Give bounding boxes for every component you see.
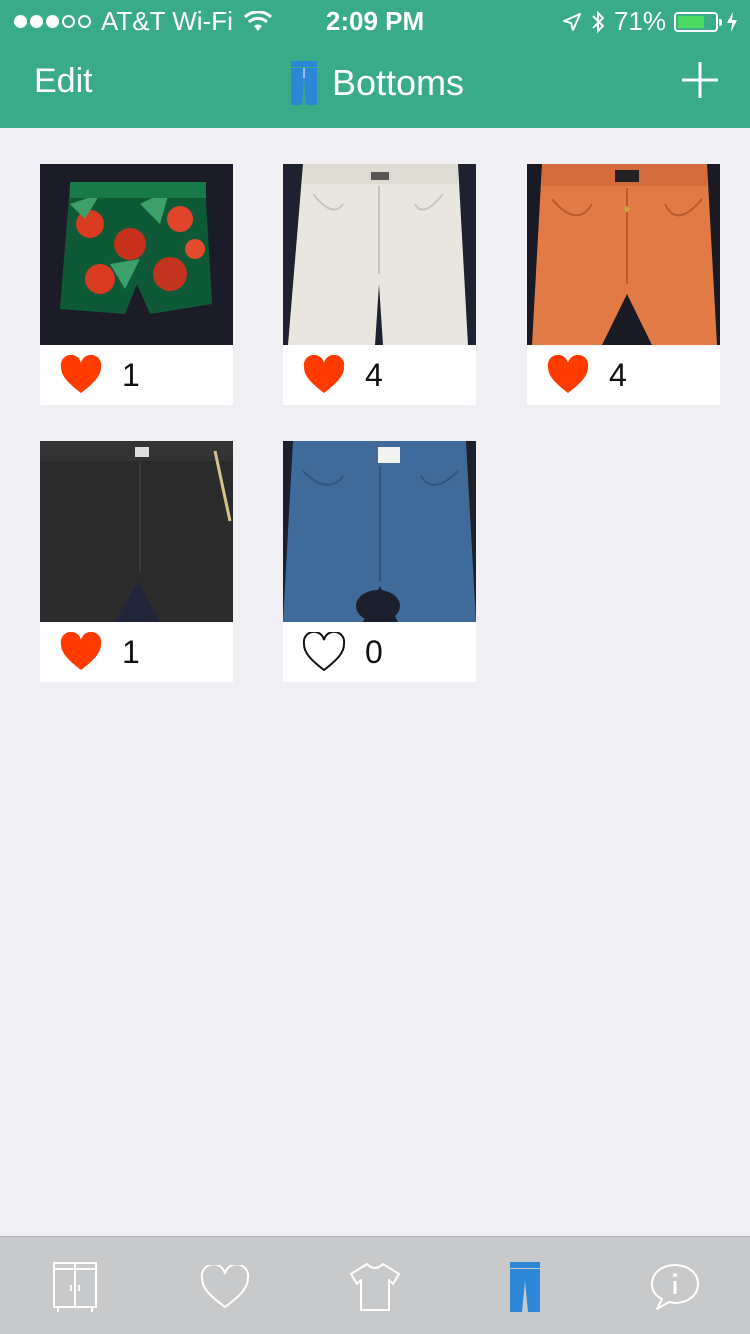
- like-count: 1: [122, 357, 140, 393]
- tab-bar: [0, 1236, 750, 1334]
- item-card[interactable]: 4: [283, 164, 476, 405]
- wardrobe-icon: [53, 1262, 97, 1312]
- like-count: 4: [609, 357, 627, 393]
- battery-icon: [674, 11, 722, 32]
- item-meta: 0: [283, 622, 476, 682]
- item-photo[interactable]: [283, 164, 476, 345]
- nav-bar: Edit Bottoms: [0, 40, 750, 128]
- tab-bottoms[interactable]: [495, 1257, 555, 1317]
- heart-filled-icon[interactable]: [60, 355, 102, 395]
- item-meta: 1: [40, 622, 233, 682]
- status-right: 71%: [562, 6, 738, 37]
- item-meta: 1: [40, 345, 233, 405]
- nav-title-label: Bottoms: [332, 62, 465, 103]
- like-count: 1: [122, 634, 140, 670]
- item-card[interactable]: 1: [40, 441, 233, 682]
- edit-button[interactable]: Edit: [34, 62, 93, 101]
- item-card[interactable]: 1: [40, 164, 233, 405]
- like-count: 0: [365, 634, 383, 670]
- bluetooth-icon: [592, 10, 605, 33]
- item-photo[interactable]: [283, 441, 476, 622]
- tab-tops[interactable]: [345, 1257, 405, 1317]
- header: AT&T Wi-Fi 2:09 PM 71% Edit Bottoms: [0, 0, 750, 128]
- heart-filled-icon[interactable]: [303, 355, 345, 395]
- heart-icon: [200, 1265, 250, 1309]
- item-card[interactable]: 0: [283, 441, 476, 682]
- item-photo[interactable]: [40, 441, 233, 622]
- pants-icon: [510, 1262, 540, 1312]
- tab-wardrobe[interactable]: [45, 1257, 105, 1317]
- info-bubble-icon: [651, 1264, 699, 1310]
- battery-percent: 71%: [613, 6, 666, 36]
- tab-favorites[interactable]: [195, 1257, 255, 1317]
- pants-icon: [291, 61, 317, 105]
- like-count: 4: [365, 357, 383, 393]
- item-card[interactable]: 4: [527, 164, 720, 405]
- shirt-icon: [350, 1263, 400, 1311]
- heart-filled-icon[interactable]: [60, 632, 102, 672]
- status-bar: AT&T Wi-Fi 2:09 PM 71%: [0, 0, 750, 40]
- page-title: Bottoms: [290, 60, 464, 106]
- item-photo[interactable]: [40, 164, 233, 345]
- item-photo[interactable]: [527, 164, 720, 345]
- charging-icon: [727, 11, 737, 32]
- item-meta: 4: [283, 345, 476, 405]
- tab-info[interactable]: [645, 1257, 705, 1317]
- item-meta: 4: [527, 345, 720, 405]
- plus-icon[interactable]: [680, 60, 720, 100]
- location-icon: [562, 12, 581, 31]
- heart-filled-icon[interactable]: [547, 355, 589, 395]
- heart-outline-icon[interactable]: [303, 632, 345, 672]
